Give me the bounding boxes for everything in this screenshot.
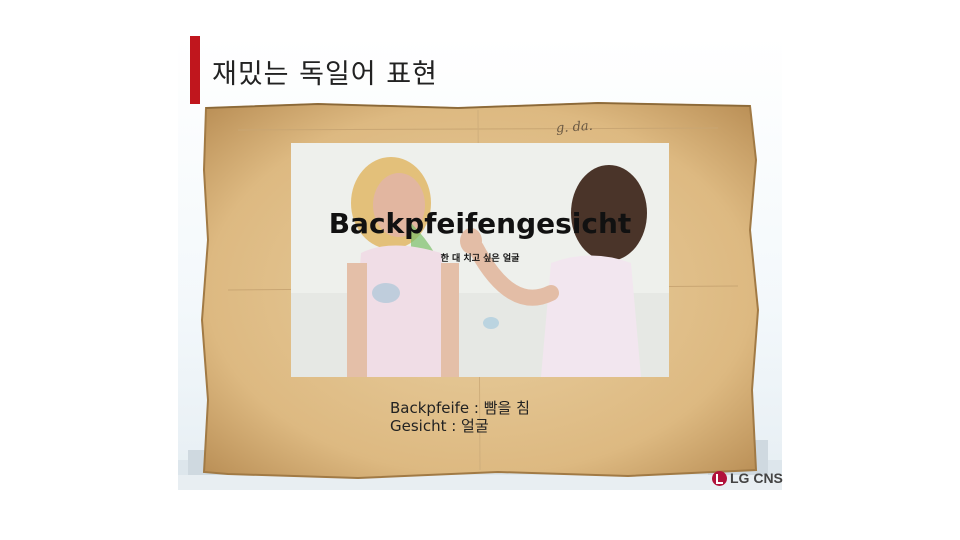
photo-headline: Backpfeifengesicht xyxy=(328,207,632,240)
photo-two-women: Backpfeifengesicht 한 대 치고 싶은 얼굴 xyxy=(291,143,669,377)
definition-gesicht: Gesicht : 얼굴 xyxy=(390,417,489,435)
logo-text: LG CNS xyxy=(730,470,783,486)
lg-logo-icon xyxy=(712,470,727,486)
slide-title: 재밌는 독일어 표현 xyxy=(212,59,438,90)
lg-cns-logo: LG CNS xyxy=(712,470,783,486)
photo-subtitle: 한 대 치고 싶은 얼굴 xyxy=(440,254,520,264)
title-accent-bar xyxy=(190,36,200,104)
paper-handwriting: g. da. xyxy=(555,118,594,137)
